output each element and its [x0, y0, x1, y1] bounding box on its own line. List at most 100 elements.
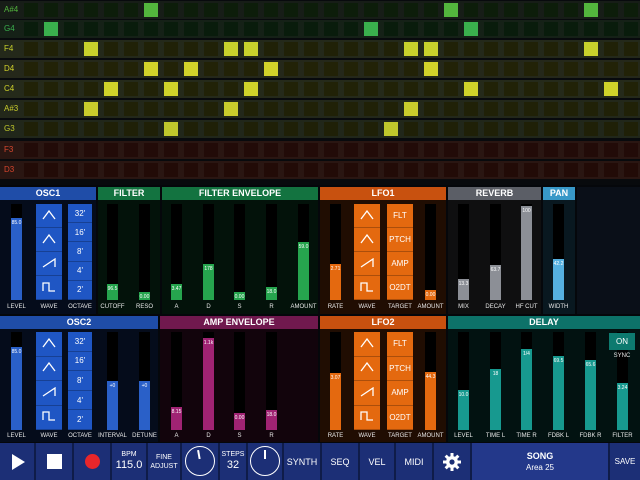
grid-cell[interactable]	[244, 102, 258, 116]
grid-cell[interactable]	[244, 143, 258, 157]
grid-cell[interactable]	[444, 82, 458, 96]
grid-cell[interactable]	[244, 42, 258, 56]
grid-cell[interactable]	[104, 62, 118, 76]
grid-cell[interactable]	[464, 82, 478, 96]
grid-cell[interactable]	[464, 3, 478, 17]
grid-cell[interactable]	[84, 22, 98, 36]
grid-cell[interactable]	[64, 102, 78, 116]
slider-level[interactable]: 85.0	[11, 204, 22, 300]
grid-cell[interactable]	[604, 82, 618, 96]
grid-cell[interactable]	[84, 122, 98, 136]
grid-cell[interactable]	[204, 22, 218, 36]
octave-option[interactable]: 8'	[68, 371, 92, 391]
grid-cell[interactable]	[404, 82, 418, 96]
grid-cell[interactable]	[24, 42, 38, 56]
grid-cell[interactable]	[304, 143, 318, 157]
grid-cell[interactable]	[604, 42, 618, 56]
grid-cell[interactable]	[204, 62, 218, 76]
grid-cell[interactable]	[64, 143, 78, 157]
grid-cell[interactable]	[364, 42, 378, 56]
grid-cell[interactable]	[104, 102, 118, 116]
grid-cell[interactable]	[364, 102, 378, 116]
play-button[interactable]	[0, 443, 34, 480]
grid-cell[interactable]	[164, 102, 178, 116]
grid-cell[interactable]	[524, 3, 538, 17]
grid-cell[interactable]	[24, 22, 38, 36]
grid-cell[interactable]	[264, 62, 278, 76]
grid-cell[interactable]	[604, 122, 618, 136]
grid-cell[interactable]	[204, 163, 218, 177]
grid-cell[interactable]	[424, 82, 438, 96]
grid-cell[interactable]	[264, 3, 278, 17]
grid-cell[interactable]	[304, 3, 318, 17]
grid-cell[interactable]	[84, 3, 98, 17]
settings-button[interactable]	[434, 443, 470, 480]
grid-cell[interactable]	[164, 42, 178, 56]
grid-cell[interactable]	[264, 143, 278, 157]
fine-adjust-button[interactable]: FINE ADJUST	[148, 443, 180, 480]
slider-s[interactable]: 0.00	[234, 204, 245, 300]
grid-cell[interactable]	[344, 163, 358, 177]
grid-cell[interactable]	[164, 62, 178, 76]
wave-option[interactable]	[354, 228, 380, 252]
grid-cell[interactable]	[484, 62, 498, 76]
grid-cell[interactable]	[424, 42, 438, 56]
octave-option[interactable]: 32'	[68, 332, 92, 352]
grid-cell[interactable]	[284, 122, 298, 136]
grid-cell[interactable]	[64, 82, 78, 96]
grid-cell[interactable]	[224, 62, 238, 76]
grid-cell[interactable]	[384, 62, 398, 76]
grid-cell[interactable]	[624, 42, 638, 56]
grid-cell[interactable]	[524, 163, 538, 177]
grid-cell[interactable]	[484, 143, 498, 157]
grid-cell[interactable]	[464, 42, 478, 56]
grid-cell[interactable]	[344, 122, 358, 136]
grid-cell[interactable]	[604, 62, 618, 76]
grid-cell[interactable]	[464, 22, 478, 36]
grid-cell[interactable]	[204, 82, 218, 96]
wave-option[interactable]	[36, 332, 62, 357]
grid-cell[interactable]	[484, 22, 498, 36]
grid-cell[interactable]	[324, 22, 338, 36]
grid-cell[interactable]	[584, 102, 598, 116]
grid-cell[interactable]	[524, 22, 538, 36]
grid-cell[interactable]	[364, 3, 378, 17]
grid-cell[interactable]	[524, 82, 538, 96]
grid-cell[interactable]	[44, 122, 58, 136]
grid-cell[interactable]	[224, 143, 238, 157]
grid-cell[interactable]	[264, 102, 278, 116]
grid-cell[interactable]	[444, 122, 458, 136]
grid-cell[interactable]	[344, 62, 358, 76]
slider-r[interactable]: 18.0	[266, 204, 277, 300]
grid-cell[interactable]	[544, 143, 558, 157]
grid-cell[interactable]	[224, 82, 238, 96]
grid-cell[interactable]	[44, 3, 58, 17]
grid-cell[interactable]	[144, 62, 158, 76]
grid-cell[interactable]	[264, 82, 278, 96]
grid-cell[interactable]	[484, 42, 498, 56]
grid-cell[interactable]	[184, 143, 198, 157]
grid-cell[interactable]	[604, 3, 618, 17]
grid-cell[interactable]	[64, 163, 78, 177]
grid-cell[interactable]	[344, 3, 358, 17]
grid-cell[interactable]	[144, 3, 158, 17]
wave-option[interactable]	[354, 252, 380, 276]
grid-cell[interactable]	[404, 102, 418, 116]
grid-cell[interactable]	[244, 122, 258, 136]
grid-cell[interactable]	[624, 62, 638, 76]
slider-d[interactable]: 1.1k	[203, 332, 214, 430]
octave-option[interactable]: 32'	[68, 204, 92, 224]
grid-cell[interactable]	[24, 163, 38, 177]
grid-cell[interactable]	[44, 62, 58, 76]
slider-d[interactable]: 178	[203, 204, 214, 300]
grid-cell[interactable]	[184, 22, 198, 36]
slider-amount[interactable]: 44.3	[425, 332, 436, 430]
grid-cell[interactable]	[424, 143, 438, 157]
stop-button[interactable]	[36, 443, 72, 480]
grid-cell[interactable]	[164, 122, 178, 136]
grid-cell[interactable]	[124, 22, 138, 36]
slider-time-r[interactable]: 1/4	[521, 332, 532, 430]
grid-cell[interactable]	[64, 62, 78, 76]
grid-cell[interactable]	[624, 122, 638, 136]
grid-cell[interactable]	[324, 3, 338, 17]
